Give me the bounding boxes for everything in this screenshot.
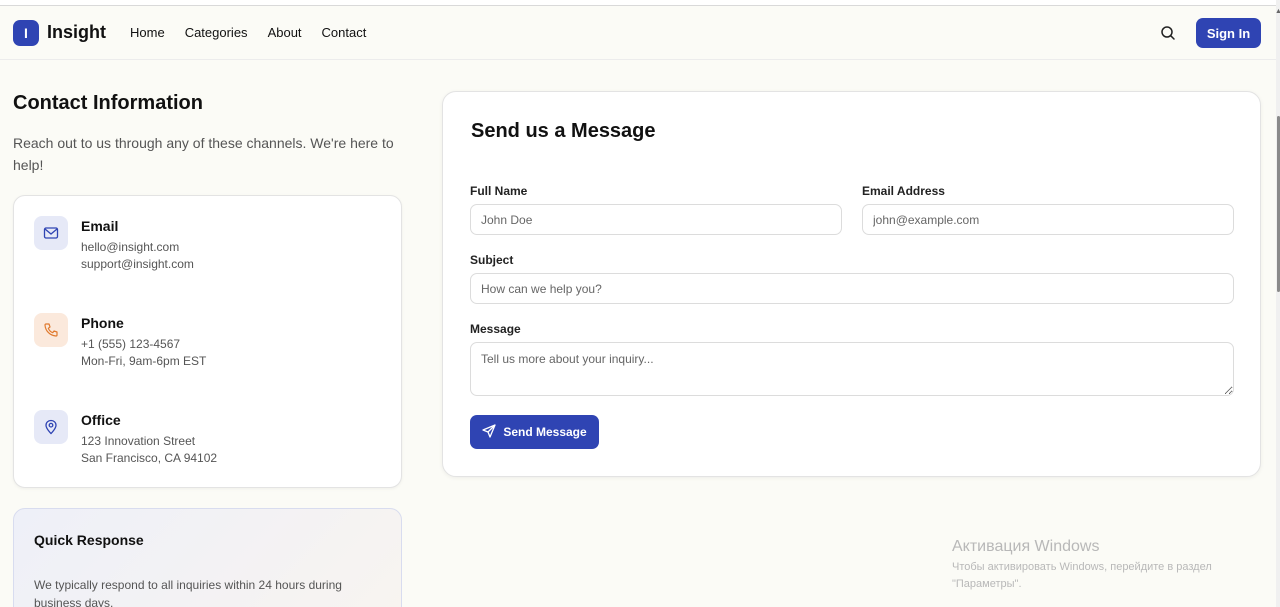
quick-response-text: We typically respond to all inquiries wi… [34, 578, 342, 607]
phone-icon [34, 313, 68, 347]
sign-in-button[interactable]: Sign In [1196, 18, 1261, 48]
email-line-2[interactable]: support@insight.com [81, 257, 194, 271]
nav-home[interactable]: Home [130, 25, 165, 40]
info-label-email: Email [81, 218, 119, 234]
full-name-label: Full Name [470, 184, 528, 198]
nav-about[interactable]: About [268, 25, 302, 40]
nav-categories[interactable]: Categories [185, 25, 248, 40]
subject-input[interactable] [470, 273, 1234, 304]
info-label-phone: Phone [81, 315, 124, 331]
logo-icon[interactable]: I [13, 20, 39, 46]
contact-info-title: Contact Information [13, 92, 203, 114]
contact-info-subtitle: Reach out to us through any of these cha… [13, 135, 394, 173]
info-label-office: Office [81, 412, 121, 428]
email-label: Email Address [862, 184, 945, 198]
phone-line-1[interactable]: +1 (555) 123-4567 [81, 337, 180, 351]
contact-info-card: Email hello@insight.com support@insight.… [13, 195, 402, 488]
windows-activation-title: Активация Windows [952, 538, 1100, 555]
main-nav: Home Categories About Contact [130, 25, 366, 40]
message-label: Message [470, 322, 521, 336]
brand-name[interactable]: Insight [47, 22, 106, 43]
message-textarea[interactable] [470, 342, 1234, 396]
mail-icon [34, 216, 68, 250]
email-line-1[interactable]: hello@insight.com [81, 240, 179, 254]
logo-letter: I [24, 25, 28, 41]
form-title: Send us a Message [471, 120, 656, 142]
email-input[interactable] [862, 204, 1234, 235]
send-icon [482, 423, 496, 441]
scroll-up-arrow-icon[interactable]: ▲ [1275, 8, 1280, 15]
subject-label: Subject [470, 253, 514, 267]
office-line-2: San Francisco, CA 94102 [81, 451, 218, 465]
scrollbar-track[interactable] [1276, 0, 1280, 607]
windows-activation-text: Чтобы активировать Windows, перейдите в … [952, 561, 1212, 590]
contact-form: Send us a Message Full Name Email Addres… [442, 91, 1261, 477]
full-name-input[interactable] [470, 204, 842, 235]
send-message-label: Send Message [503, 425, 587, 439]
office-line-1: 123 Innovation Street [81, 434, 196, 448]
map-pin-icon [34, 410, 68, 444]
search-icon[interactable] [1159, 24, 1177, 42]
site-header: I Insight Home Categories About Contact … [0, 6, 1276, 60]
quick-response-title: Quick Response [34, 532, 144, 548]
send-message-button[interactable]: Send Message [470, 415, 599, 449]
nav-contact[interactable]: Contact [322, 25, 367, 40]
quick-response-card: Quick Response We typically respond to a… [13, 508, 402, 607]
phone-line-2: Mon-Fri, 9am-6pm EST [81, 354, 207, 368]
